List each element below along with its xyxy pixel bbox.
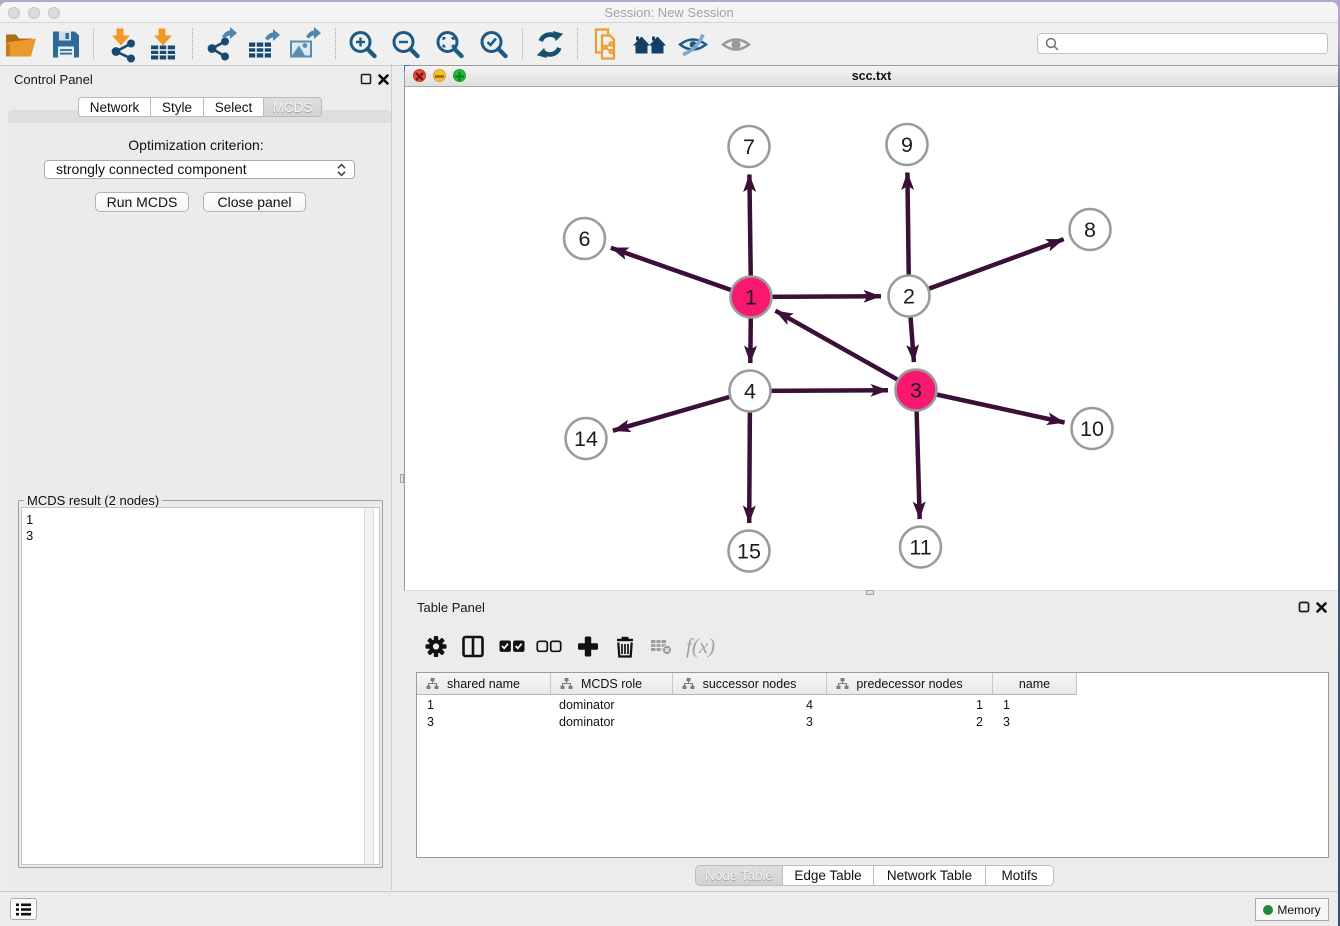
svg-text:2: 2 xyxy=(903,285,915,309)
svg-text:14: 14 xyxy=(574,427,598,451)
svg-text:4: 4 xyxy=(744,380,756,404)
svg-text:10: 10 xyxy=(1080,417,1104,441)
svg-text:f(x): f(x) xyxy=(686,634,715,658)
svg-text:9: 9 xyxy=(901,133,913,157)
svg-text:3: 3 xyxy=(910,379,922,403)
svg-text:6: 6 xyxy=(579,227,591,251)
svg-text:11: 11 xyxy=(909,536,931,560)
svg-text:7: 7 xyxy=(743,135,755,159)
svg-text:1: 1 xyxy=(745,286,757,310)
svg-text:15: 15 xyxy=(737,540,761,564)
svg-text:8: 8 xyxy=(1084,218,1096,242)
